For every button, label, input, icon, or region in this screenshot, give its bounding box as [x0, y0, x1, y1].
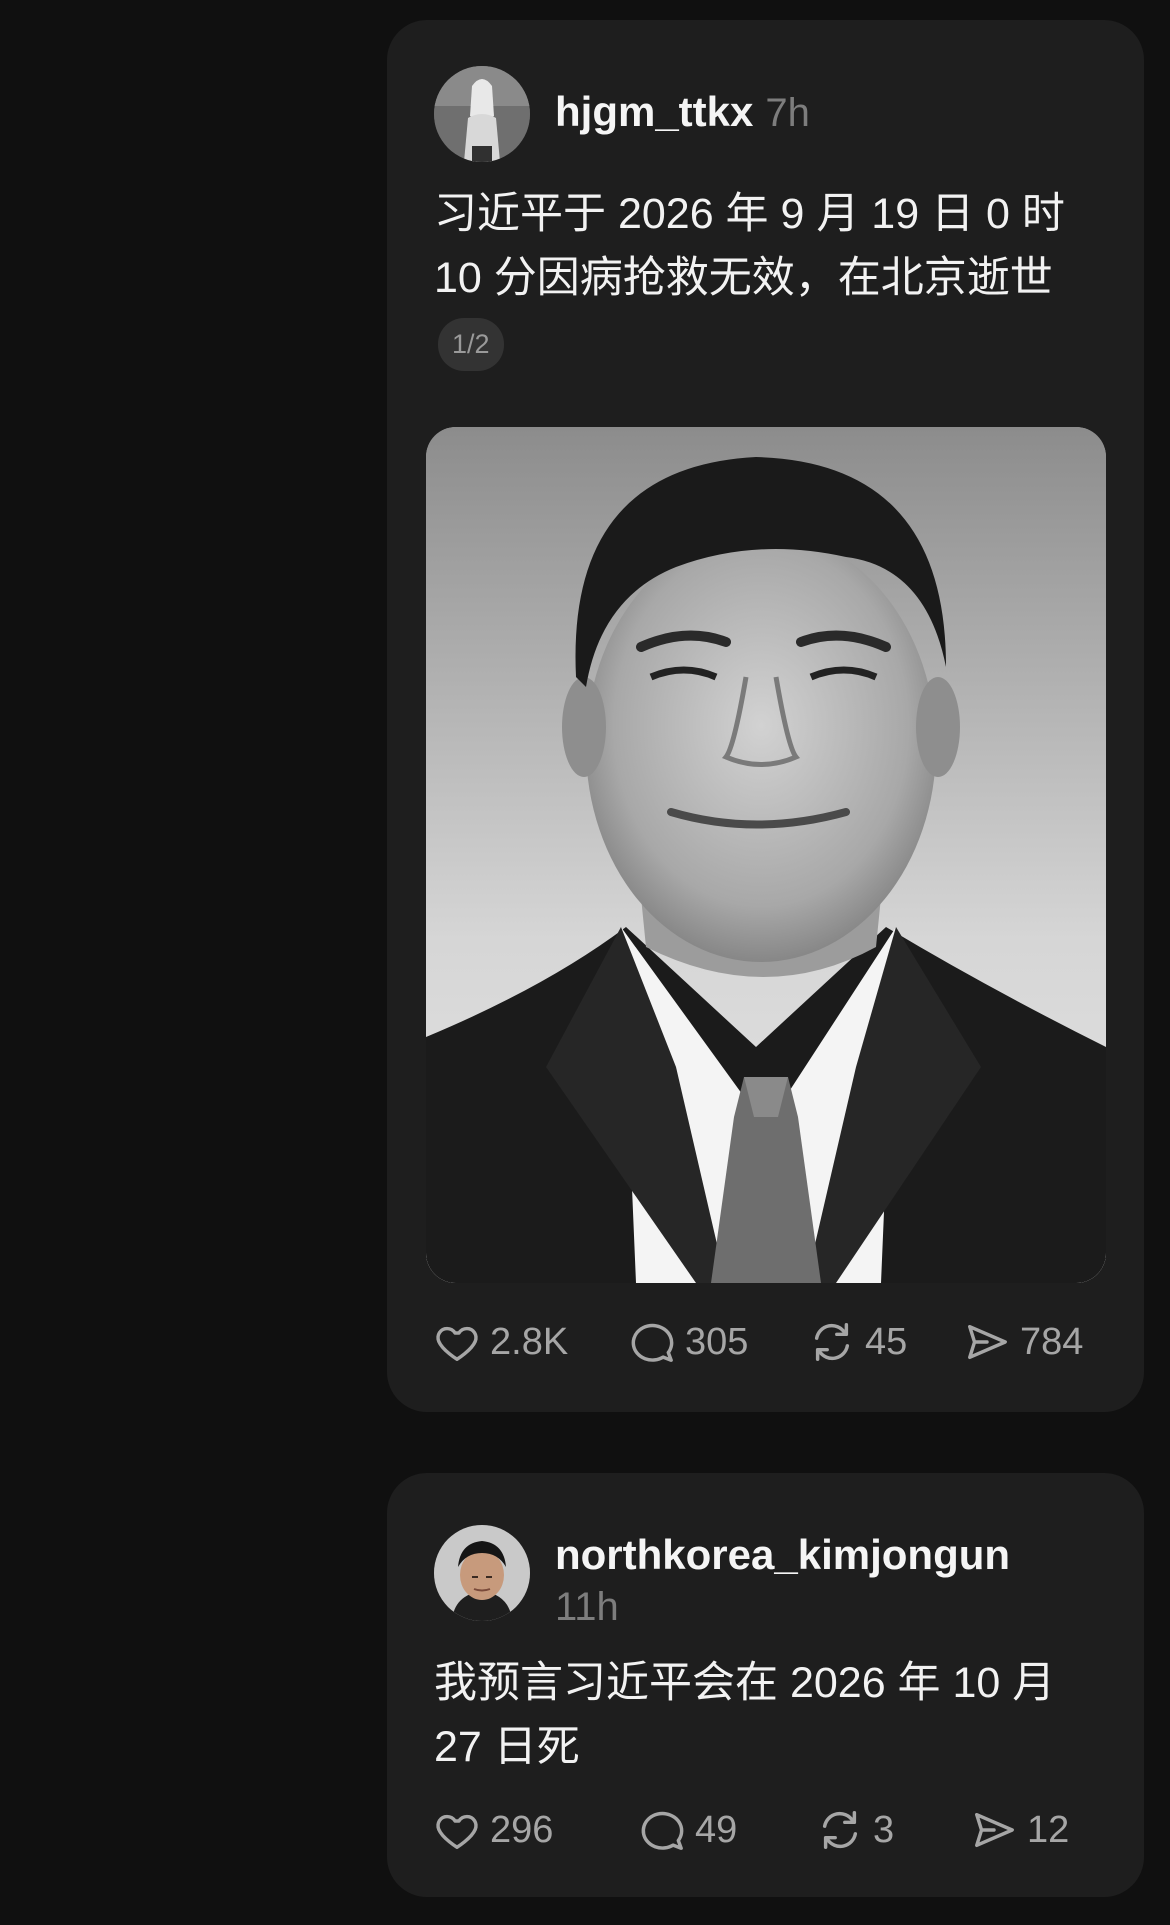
share-count: 12 — [1027, 1808, 1070, 1851]
post-time: 11h — [555, 1585, 619, 1629]
post-text: 习近平于 2026 年 9 月 19 日 0 时 10 分因病抢救无效，在北京逝… — [434, 182, 1114, 374]
post-body: 习近平于 2026 年 9 月 19 日 0 时 10 分因病抢救无效，在北京逝… — [434, 190, 1065, 302]
share-button[interactable]: 12 — [971, 1805, 1069, 1855]
post-author[interactable]: hjgm_ttkx 7h — [555, 88, 810, 136]
send-icon — [975, 1812, 1014, 1848]
repost-count: 45 — [865, 1320, 908, 1363]
like-button[interactable]: 296 — [434, 1805, 553, 1855]
comment-bubble-icon — [641, 1811, 684, 1850]
media-page-indicator: 1/2 — [438, 318, 504, 372]
like-button[interactable]: 2.8K — [434, 1317, 568, 1367]
post-author[interactable]: northkorea_kimjongun — [555, 1531, 1010, 1579]
post-text: 我预言习近平会在 2026 年 10 月 27 日死 — [434, 1651, 1114, 1779]
post-image[interactable] — [426, 427, 1106, 1283]
repost-icon — [822, 1811, 858, 1849]
comment-button[interactable]: 305 — [629, 1317, 748, 1367]
comment-bubble-icon — [631, 1323, 674, 1362]
heart-icon — [436, 1326, 478, 1361]
post-actions: 296 49 3 12 — [434, 1805, 1104, 1855]
send-icon — [968, 1324, 1007, 1360]
repost-button[interactable]: 45 — [809, 1317, 907, 1367]
like-count: 296 — [490, 1808, 554, 1851]
username-label[interactable]: hjgm_ttkx — [555, 88, 753, 135]
heart-icon — [436, 1814, 478, 1849]
comment-count: 305 — [685, 1320, 749, 1363]
user-avatar[interactable] — [434, 1525, 530, 1621]
share-count: 784 — [1020, 1320, 1084, 1363]
post-time: 7h — [765, 91, 810, 135]
repost-button[interactable]: 3 — [817, 1805, 894, 1855]
post-card[interactable]: hjgm_ttkx 7h 习近平于 2026 年 9 月 19 日 0 时 10 … — [387, 20, 1144, 1412]
repost-count: 3 — [873, 1808, 895, 1851]
post-actions: 2.8K 305 45 784 — [434, 1317, 1104, 1367]
repost-icon — [814, 1323, 850, 1361]
post-body: 我预言习近平会在 2026 年 10 月 27 日死 — [434, 1659, 1056, 1771]
like-count: 2.8K — [490, 1320, 569, 1363]
user-avatar[interactable] — [434, 66, 530, 162]
post-card[interactable]: northkorea_kimjongun 11h 我预言习近平会在 2026 年… — [387, 1473, 1144, 1897]
feed: hjgm_ttkx 7h 习近平于 2026 年 9 月 19 日 0 时 10 … — [0, 0, 1170, 1925]
comment-count: 49 — [695, 1808, 738, 1851]
comment-button[interactable]: 49 — [639, 1805, 737, 1855]
share-button[interactable]: 784 — [964, 1317, 1083, 1367]
